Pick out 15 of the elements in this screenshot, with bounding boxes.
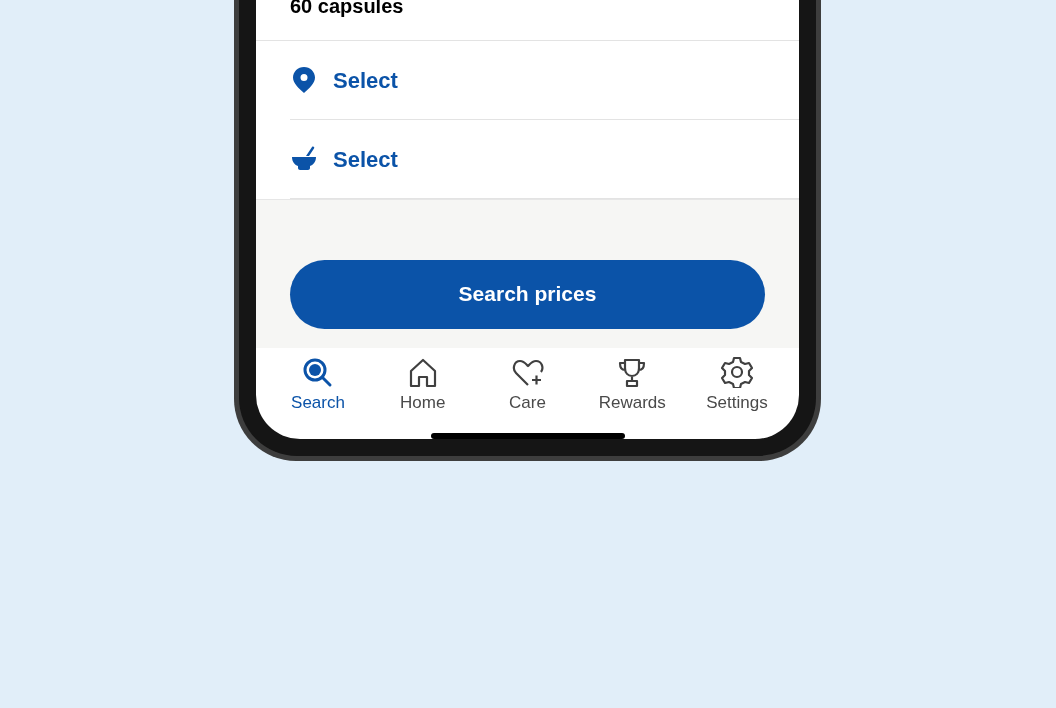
heart-plus-icon [511,358,544,388]
map-pin-icon [291,66,316,95]
nav-tab[interactable]: Home [382,358,463,422]
search-icon [303,358,333,388]
trophy-icon [617,358,648,388]
mortar-pestle-icon [290,146,317,173]
home-icon [407,358,438,388]
location-select-link[interactable]: Select [333,63,398,97]
settings-icon [721,356,753,388]
pharmacy-select-link[interactable]: Select [333,142,398,176]
nav-tab[interactable]: Rewards [592,358,673,422]
search-prices-button[interactable]: Search prices [290,259,765,329]
nav-tab[interactable]: Search [278,358,358,422]
nav-tab[interactable]: Care [487,358,568,422]
nav-tab[interactable]: Settings [697,358,777,422]
